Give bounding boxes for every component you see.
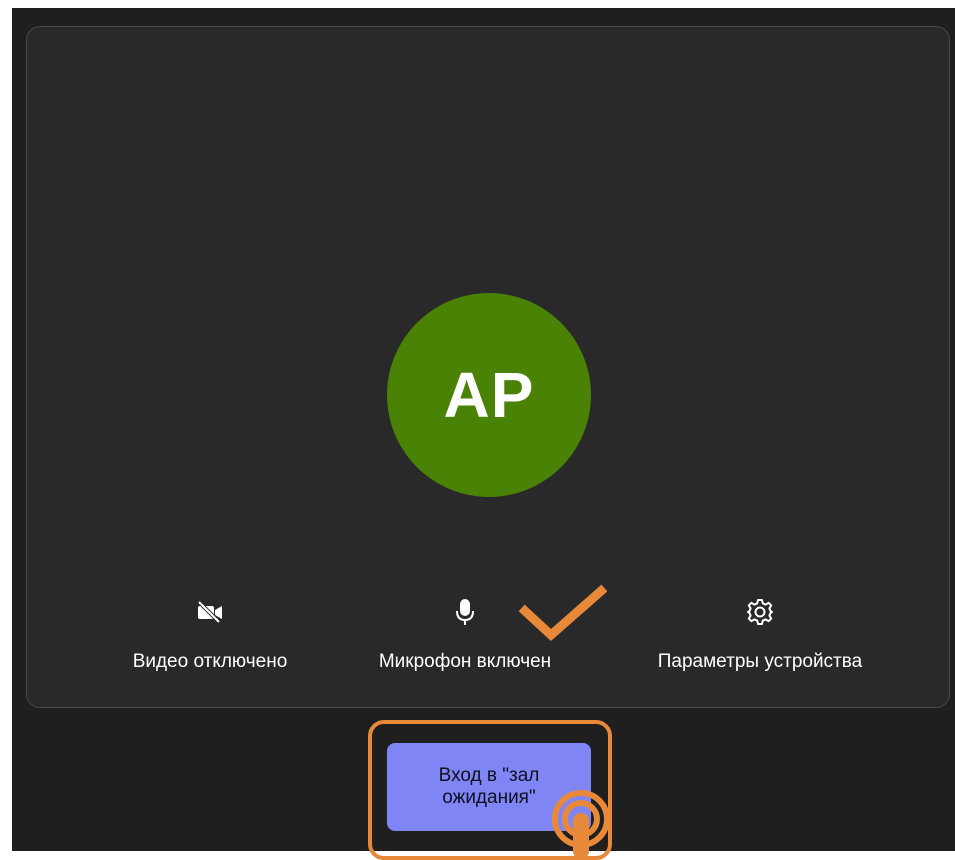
device-settings-label: Параметры устройства <box>657 651 863 672</box>
microphone-icon <box>450 597 480 627</box>
video-toggle-button[interactable]: Видео отключено <box>105 597 315 673</box>
meeting-prejoin-screen: AP Видео отключено Микрофон включен Пара… <box>12 8 955 860</box>
tap-gesture-icon <box>552 790 610 859</box>
device-settings-button[interactable]: Параметры устройства <box>625 597 895 673</box>
video-off-icon <box>195 597 225 627</box>
checkmark-icon <box>518 584 607 642</box>
video-preview-panel: AP Видео отключено Микрофон включен Пара… <box>26 26 950 708</box>
video-toggle-label: Видео отключено <box>132 651 288 672</box>
avatar: AP <box>387 293 591 497</box>
gear-icon <box>745 597 775 627</box>
microphone-toggle-label: Микрофон включен <box>378 651 552 672</box>
avatar-initials: AP <box>443 359 535 431</box>
